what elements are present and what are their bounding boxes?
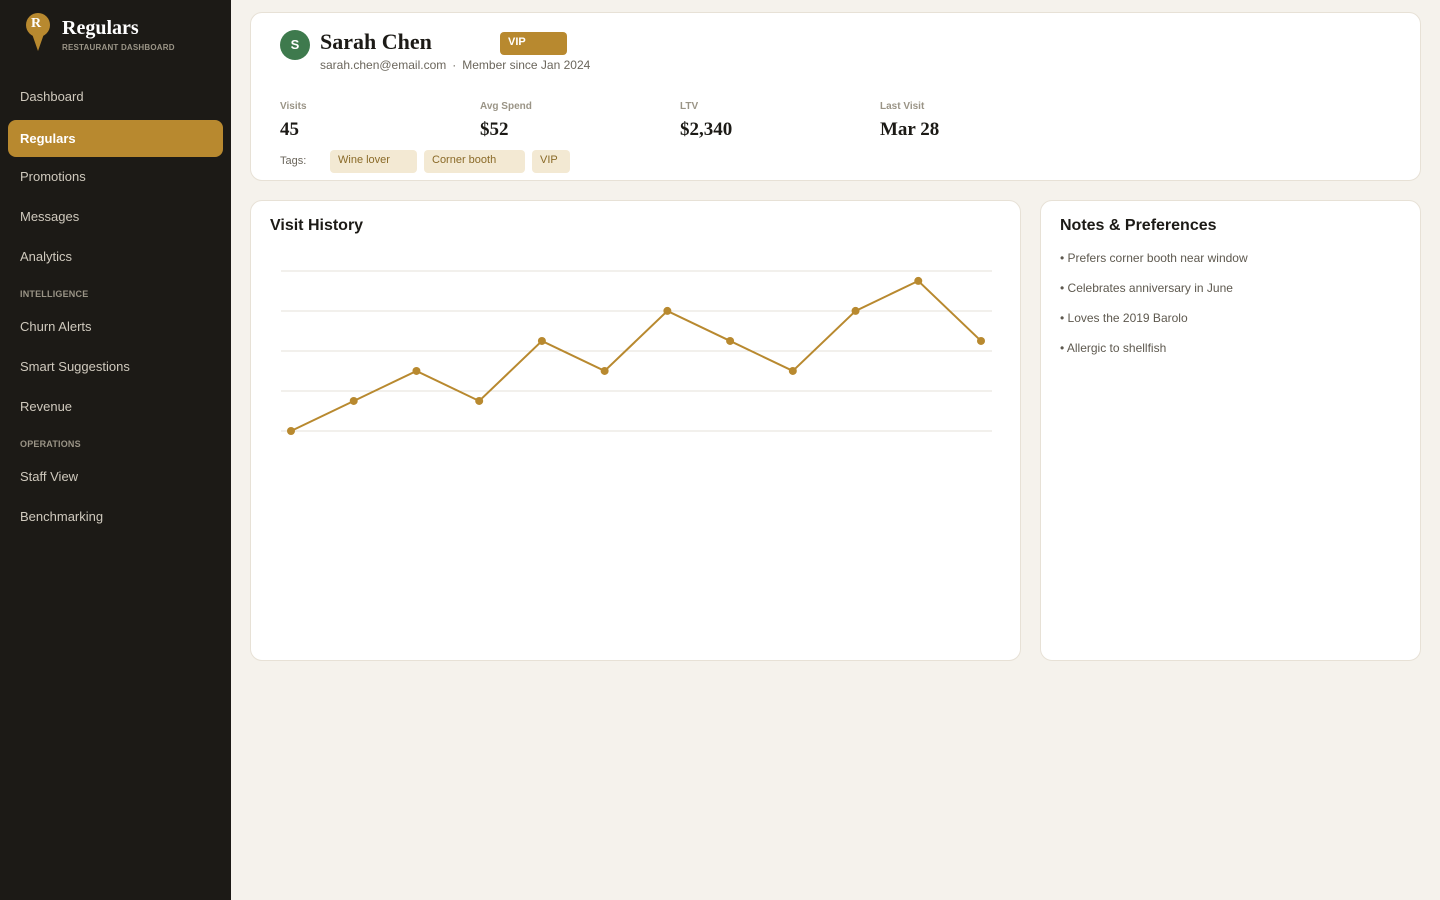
sidebar-item-analytics[interactable]: Analytics <box>8 238 223 275</box>
sidebar: R Regulars RESTAURANT DASHBOARD Dashboar… <box>0 0 231 900</box>
stat-avg-spend: Avg Spend $52 <box>480 101 670 141</box>
stat-visits: Visits 45 <box>280 101 470 141</box>
chart-point[interactable] <box>537 336 546 345</box>
chart-point[interactable] <box>977 336 985 345</box>
chart-point[interactable] <box>663 306 672 315</box>
stat-value: $52 <box>480 119 509 140</box>
sidebar-item-messages[interactable]: Messages <box>8 198 223 235</box>
customer-name: Sarah Chen <box>320 29 432 54</box>
visit-history-chart <box>281 270 992 435</box>
status-badge: VIP <box>500 32 567 55</box>
chart-point[interactable] <box>788 366 797 375</box>
chart-series-line <box>290 279 982 432</box>
chart-point[interactable] <box>475 396 484 405</box>
sidebar-item-benchmarking[interactable]: Benchmarking <box>8 498 223 535</box>
tags-label: Tags: <box>280 155 307 167</box>
visit-history-panel: Visit History <box>250 200 1021 661</box>
brand-logo[interactable]: R Regulars RESTAURANT DASHBOARD <box>24 13 224 53</box>
panel-title: Notes & Preferences <box>1060 217 1217 234</box>
chart-point[interactable] <box>412 366 421 375</box>
brand-subtitle: RESTAURANT DASHBOARD <box>62 43 175 52</box>
nav-section-intelligence: INTELLIGENCE <box>20 289 89 299</box>
chart-point[interactable] <box>287 427 295 435</box>
chart-point[interactable] <box>600 366 609 375</box>
contact-line: sarah.chen@email.com · Member since Jan 20… <box>320 58 590 72</box>
stat-label: LTV <box>680 101 699 112</box>
chart-point[interactable] <box>914 276 923 285</box>
sidebar-item-staff-view[interactable]: Staff View <box>8 458 223 495</box>
separator: · <box>452 58 457 72</box>
tag-vip[interactable]: VIP <box>532 150 570 173</box>
stat-label: Visits <box>280 101 307 112</box>
chart-point[interactable] <box>349 396 358 405</box>
nav-section-operations: OPERATIONS <box>20 439 81 449</box>
tag-corner-booth[interactable]: Corner booth <box>424 150 525 173</box>
notes-panel: Notes & Preferences • Prefers corner boo… <box>1040 200 1421 661</box>
stat-ltv: LTV $2,340 <box>680 101 870 141</box>
member-since: Member since Jan 2024 <box>462 58 591 72</box>
avatar: S <box>280 30 310 60</box>
tag-wine-lover[interactable]: Wine lover <box>330 150 417 173</box>
customer-profile-card: S Sarah Chen VIP sarah.chen@email.com · Me… <box>250 12 1421 181</box>
stat-label: Last Visit <box>880 101 925 112</box>
sidebar-item-revenue[interactable]: Revenue <box>8 388 223 425</box>
stat-value: Mar 28 <box>880 119 940 140</box>
chart-point[interactable] <box>726 336 735 345</box>
note-item: • Celebrates anniversary in June <box>1060 281 1233 295</box>
sidebar-item-smart-suggestions[interactable]: Smart Suggestions <box>8 348 223 385</box>
stat-label: Avg Spend <box>480 101 532 112</box>
stat-last-visit: Last Visit Mar 28 <box>880 101 1070 141</box>
note-item: • Prefers corner booth near window <box>1060 251 1248 265</box>
sidebar-item-churn-alerts[interactable]: Churn Alerts <box>8 308 223 345</box>
brand-title: Regulars <box>62 17 139 39</box>
stat-value: $2,340 <box>680 119 733 140</box>
customer-email[interactable]: sarah.chen@email.com <box>320 58 446 72</box>
sidebar-item-promotions[interactable]: Promotions <box>8 158 223 195</box>
stat-value: 45 <box>280 119 299 140</box>
chart-point[interactable] <box>851 306 860 315</box>
sidebar-item-regulars[interactable]: Regulars <box>8 120 223 157</box>
note-item: • Loves the 2019 Barolo <box>1060 311 1188 325</box>
sidebar-item-dashboard[interactable]: Dashboard <box>8 78 223 115</box>
note-item: • Allergic to shellfish <box>1060 341 1167 355</box>
brand-letter: R <box>30 16 42 31</box>
